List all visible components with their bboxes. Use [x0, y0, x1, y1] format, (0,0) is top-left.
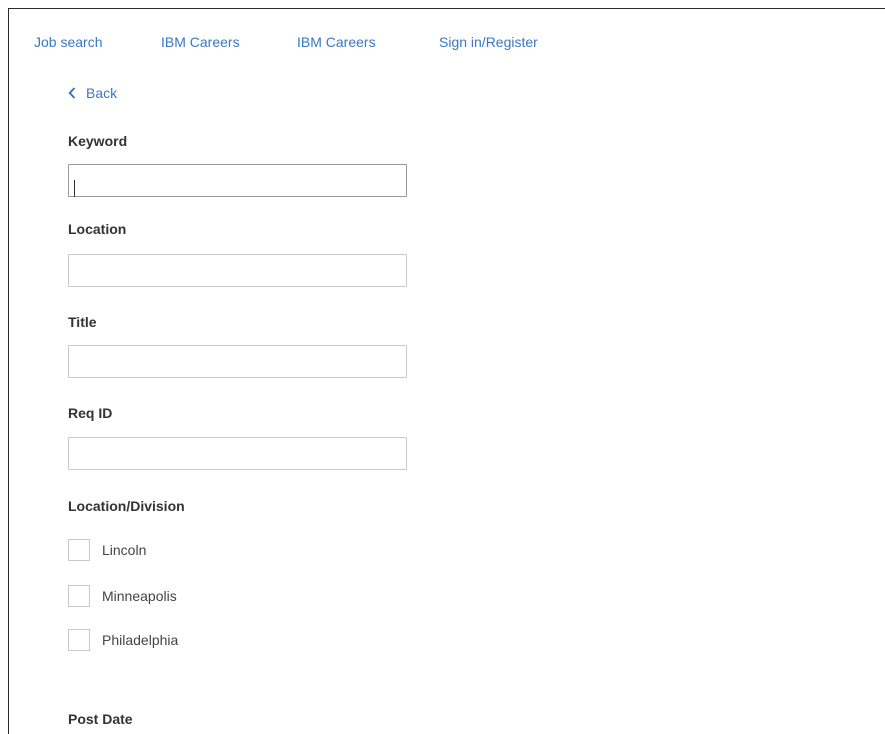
nav-link-sign-in-register[interactable]: Sign in/Register	[439, 34, 538, 50]
lincoln-checkbox[interactable]	[68, 539, 90, 561]
chevron-left-icon	[68, 87, 76, 99]
keyword-input[interactable]	[68, 164, 407, 197]
req-id-input[interactable]	[68, 437, 407, 470]
back-link[interactable]: Back	[68, 85, 117, 101]
location-division-label: Location/Division	[68, 498, 185, 514]
division-option-lincoln[interactable]: Lincoln	[68, 539, 146, 561]
division-option-philadelphia[interactable]: Philadelphia	[68, 629, 178, 651]
page-frame: Job search IBM Careers IBM Careers Sign …	[8, 8, 885, 734]
nav-link-ibm-careers-2[interactable]: IBM Careers	[297, 34, 376, 50]
nav-link-job-search[interactable]: Job search	[34, 34, 102, 50]
title-label: Title	[68, 314, 97, 330]
location-input[interactable]	[68, 254, 407, 287]
nav-link-ibm-careers[interactable]: IBM Careers	[161, 34, 240, 50]
division-option-minneapolis[interactable]: Minneapolis	[68, 585, 177, 607]
minneapolis-checkbox-label: Minneapolis	[102, 588, 177, 604]
back-label: Back	[86, 85, 118, 101]
post-date-label: Post Date	[68, 711, 133, 727]
keyword-label: Keyword	[68, 133, 128, 149]
req-id-label: Req ID	[68, 405, 113, 421]
lincoln-checkbox-label: Lincoln	[102, 542, 147, 558]
philadelphia-checkbox-label: Philadelphia	[102, 632, 179, 648]
title-input[interactable]	[68, 345, 407, 378]
location-label: Location	[68, 221, 127, 237]
philadelphia-checkbox[interactable]	[68, 629, 90, 651]
text-caret	[74, 180, 75, 197]
minneapolis-checkbox[interactable]	[68, 585, 90, 607]
